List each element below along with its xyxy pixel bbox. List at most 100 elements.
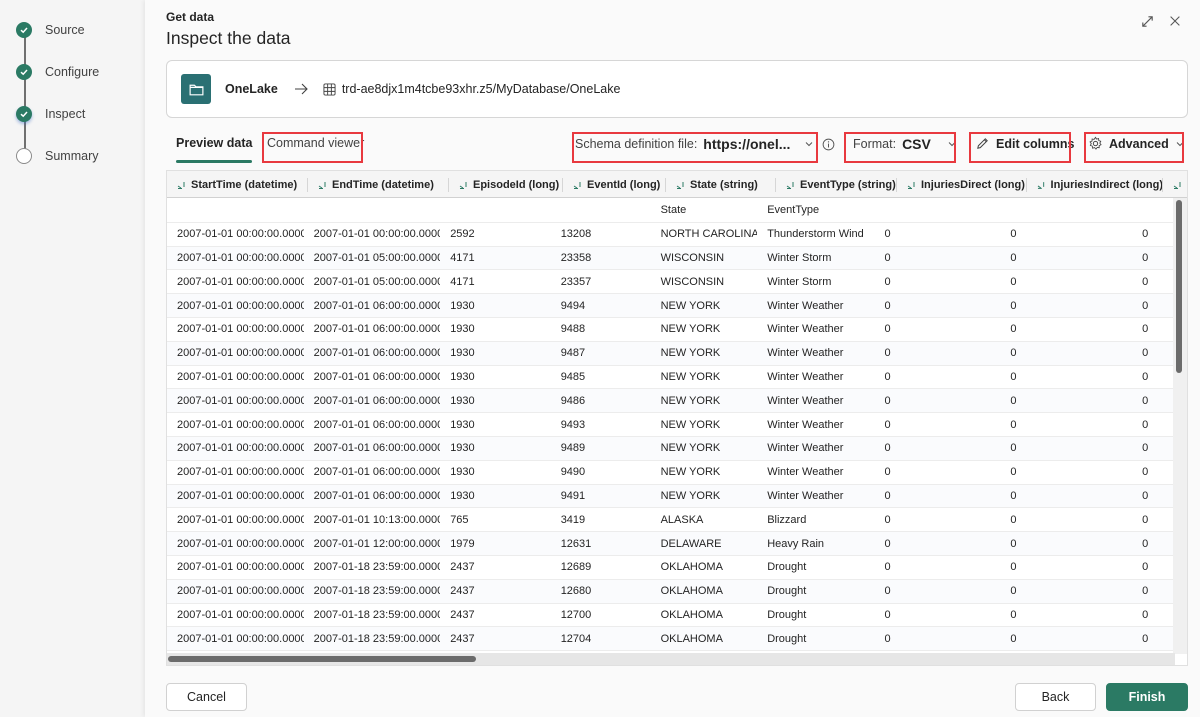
table-cell: 9489 (560, 442, 586, 455)
tab-preview-data[interactable]: Preview data (176, 136, 253, 163)
table-cell: 0 (1010, 561, 1017, 574)
finish-button[interactable]: Finish (1106, 683, 1188, 711)
stepper-connector (24, 36, 26, 156)
table-cell: NEW YORK (660, 370, 721, 383)
scrollbar-thumb[interactable] (1176, 200, 1182, 373)
table-cell: 13208 (560, 228, 592, 241)
table-cell: 0 (1010, 275, 1017, 288)
table-cell: 0 (1142, 347, 1149, 360)
table-cell: 0 (1142, 299, 1149, 312)
table-cell: 0 (884, 228, 891, 241)
highlight-box (969, 132, 1071, 163)
column-header[interactable] (1163, 171, 1187, 198)
check-icon (16, 106, 32, 122)
table-cell: 2437 (450, 608, 475, 621)
scrollbar-thumb[interactable] (168, 656, 476, 662)
column-header-label: EventId (long) (587, 178, 661, 191)
table-cell: 1930 (450, 442, 475, 455)
table-cell: Winter Weather (767, 466, 844, 479)
table-cell: 0 (884, 561, 891, 574)
table-cell: 0 (884, 513, 891, 526)
highlight-box (1084, 132, 1184, 163)
table-cell: 1930 (450, 489, 475, 502)
table-cell: 1930 (450, 347, 475, 360)
table-cell: 0 (884, 442, 891, 455)
check-icon (16, 64, 32, 80)
column-header-label: EpisodeId (long) (473, 178, 560, 191)
table-cell: 2437 (450, 561, 475, 574)
table-cell: 0 (1142, 489, 1149, 502)
table-cell: OKLAHOMA (660, 632, 723, 645)
table-cell: 2007-01-01 10:13:00.0000 (313, 513, 441, 526)
close-icon[interactable] (1166, 12, 1184, 30)
column-header[interactable]: EventType (string) (776, 171, 897, 198)
column-header-label: InjuriesIndirect (long) (1050, 178, 1163, 191)
column-header[interactable]: EndTime (datetime) (308, 171, 449, 198)
highlight-box (844, 132, 956, 163)
table-cell: DELAWARE (660, 537, 722, 550)
table-cell: 0 (1010, 418, 1017, 431)
table-cell: 2007-01-18 23:59:00.0000 (313, 585, 441, 598)
table-cell: 2007-01-01 00:00:00.0000 (177, 275, 304, 288)
table-cell: 4171 (450, 251, 475, 264)
table-cell: 765 (450, 513, 469, 526)
table-header: StartTime (datetime) EndTime (datetime) Ep… (167, 171, 1187, 198)
table-cell: Winter Weather (767, 347, 844, 360)
table-cell: 9486 (560, 394, 586, 407)
table-cell: 2007-01-01 00:00:00.0000 (177, 442, 304, 455)
table-cell: 2007-01-01 06:00:00.0000 (313, 370, 441, 383)
table-cell: 0 (1010, 537, 1017, 550)
table-cell: 0 (1142, 608, 1149, 621)
table-cell: Drought (767, 632, 807, 645)
column-header-label: InjuriesDirect (long) (921, 178, 1025, 191)
cancel-button[interactable]: Cancel (166, 683, 247, 711)
table-cell: 0 (884, 418, 891, 431)
column-header[interactable]: StartTime (datetime) (167, 171, 308, 198)
table-cell: 1930 (450, 299, 475, 312)
table-row: 2007-01-01 00:00:00.0000 2007-01-01 06:00… (167, 366, 1175, 390)
table-cell: 9494 (560, 299, 586, 312)
destination-path: trd-ae8djx1m4tcbe93xhr.z5/MyDatabase/One… (341, 82, 621, 96)
table-cell: NEW YORK (660, 394, 721, 407)
table-cell: 0 (884, 537, 891, 550)
table-cell: State (660, 204, 687, 217)
table-cell: 2007-01-01 06:00:00.0000 (313, 442, 441, 455)
expand-icon[interactable] (1138, 12, 1156, 30)
table-cell: 1930 (450, 418, 475, 431)
column-type-icon (907, 181, 915, 189)
source-name: OneLake (225, 82, 278, 96)
column-header[interactable]: EpisodeId (long) (449, 171, 563, 198)
table-cell: 2007-01-01 12:00:00.0000 (313, 537, 441, 550)
info-icon[interactable] (822, 138, 835, 151)
table-cell: Winter Weather (767, 418, 844, 431)
table-cell: 0 (1142, 275, 1149, 288)
table-cell: 2007-01-01 06:00:00.0000 (313, 489, 441, 502)
table-cell: 2007-01-01 05:00:00.0000 (313, 275, 441, 288)
table-cell: 0 (1010, 251, 1017, 264)
table-row: 2007-01-01 00:00:00.0000 2007-01-01 12:00… (167, 532, 1175, 556)
table-cell: OKLAHOMA (660, 561, 723, 574)
table-cell: 0 (1142, 228, 1149, 241)
table-cell: Winter Weather (767, 323, 844, 336)
table-row: 2007-01-01 00:00:00.0000 2007-01-01 06:00… (167, 413, 1175, 437)
table-cell: EventType (767, 204, 820, 217)
column-header[interactable]: InjuriesDirect (long) (897, 171, 1027, 198)
horizontal-scrollbar[interactable] (167, 653, 1175, 665)
table-cell: 0 (1010, 442, 1017, 455)
table-cell: 0 (1142, 466, 1149, 479)
column-header[interactable]: EventId (long) (563, 171, 666, 198)
tab-label: Preview data (176, 136, 253, 150)
table-cell: OKLAHOMA (660, 608, 723, 621)
step-label: Configure (45, 65, 100, 79)
back-button[interactable]: Back (1015, 683, 1096, 711)
table-row: 2007-01-01 00:00:00.0000 2007-01-01 06:00… (167, 341, 1175, 366)
vertical-scrollbar[interactable] (1173, 198, 1187, 654)
table-cell: 2007-01-01 00:00:00.0000 (177, 513, 304, 526)
column-header[interactable]: State (string) (666, 171, 776, 198)
table-cell: Drought (767, 585, 807, 598)
table-cell: 2007-01-01 05:00:00.0000 (313, 251, 441, 264)
column-header[interactable]: InjuriesIndirect (long) (1027, 171, 1163, 198)
table-cell: Drought (767, 561, 807, 574)
table-cell: 2007-01-01 00:00:00.0000 (177, 323, 304, 336)
table-cell: 0 (884, 585, 891, 598)
